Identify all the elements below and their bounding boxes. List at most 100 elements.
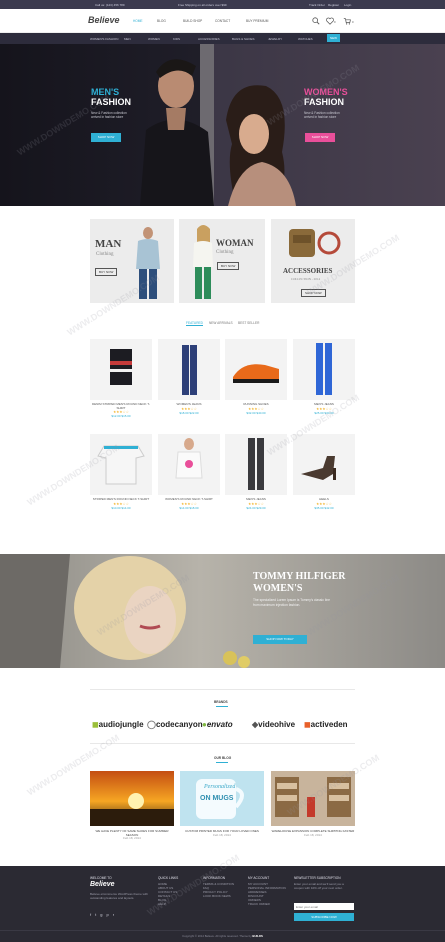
cat-badge-new[interactable]: NEW	[327, 34, 340, 42]
login-link[interactable]: Login	[344, 3, 351, 7]
category-man-box[interactable]: MAN Clothing BUY NOW	[90, 219, 174, 303]
top-bar: Call us: (123) 456 789 Free Shipping on …	[0, 0, 445, 9]
product-card[interactable]: WOMEN'S JEANS ★★★☆☆ $18.00 $22.00	[158, 339, 220, 415]
nav-buy-premium[interactable]: BUY PREMIUM	[246, 19, 268, 23]
heart-icon[interactable]	[326, 17, 334, 25]
product-card[interactable]: STRIPED MEN'S ROUND NECK T-SHIRT ★★★☆☆ $10…	[90, 434, 152, 510]
category-accessories-title: ACCESSORIES	[283, 267, 333, 275]
blog-post-1-title[interactable]: WE HAVE PLENTY OF SAME SHOES FOR SUMMER …	[90, 829, 174, 841]
category-woman-box[interactable]: WOMAN Clothing BUY NOW	[179, 219, 265, 303]
cat-accessories[interactable]: ACCESSORIES	[198, 37, 220, 41]
product-image[interactable]	[293, 339, 355, 400]
brand-audiojungle[interactable]: ◼audiojungle	[92, 720, 144, 729]
tab-best-seller[interactable]: BEST SELLER	[238, 321, 259, 325]
product-image[interactable]	[293, 434, 355, 495]
category-man-sub: Clothing	[96, 252, 114, 257]
nav-blog[interactable]: BLOG	[157, 19, 166, 23]
footer-about-heading: WELCOME TO	[90, 876, 112, 880]
tab-featured[interactable]: FEATURED	[186, 321, 203, 326]
product-card[interactable]: HEELS ★★★☆☆ $35.00 $42.00	[293, 434, 355, 510]
cat-women[interactable]: WOMEN	[148, 37, 160, 41]
footer-col2-heading: INFORMATION	[203, 876, 226, 880]
product-card[interactable]: MEN'S JEANS ★★★☆☆ $24.00 $29.00	[225, 434, 287, 510]
hero-women-title-1: WOMEN'S	[304, 87, 348, 97]
brand-envato[interactable]: ●envato	[202, 720, 233, 729]
blog-post-1-image[interactable]	[90, 771, 174, 826]
man-model-image	[136, 227, 160, 299]
blog-post-2-title[interactable]: CUSTOM PRINTED MUGS FOR YOUR LOVED ONES F…	[180, 829, 264, 837]
page: Call us: (123) 456 789 Free Shipping on …	[0, 0, 445, 942]
footer-link[interactable]: LOOK BOOK NEWS	[203, 894, 234, 898]
category-woman-title: WOMAN	[216, 238, 254, 248]
footer-divider	[0, 930, 445, 931]
product-image[interactable]	[90, 434, 152, 495]
product-card[interactable]: DENIM STRIPED MEN'S ROUND NECK T-SHIRT ★★…	[90, 339, 152, 418]
activeden-logo-icon: ◼	[304, 720, 311, 729]
product-name[interactable]: DENIM STRIPED MEN'S ROUND NECK T-SHIRT	[90, 402, 152, 410]
category-woman-button[interactable]: BUY NOW	[217, 262, 240, 270]
cat-men[interactable]: MEN	[124, 37, 131, 41]
nav-contact[interactable]: CONTACT	[215, 19, 230, 23]
wishlist-count: 0	[334, 20, 336, 24]
product-card[interactable]: MEN'S JEANS ★★★☆☆ $25.00 $30.00	[293, 339, 355, 415]
cat-womens-fashion[interactable]: WOMEN'S FASHION	[90, 37, 118, 41]
phone-text: Call us: (123) 456 789	[95, 2, 125, 7]
cat-jewelry[interactable]: JEWELRY	[268, 37, 282, 41]
blog-heading-underline	[216, 762, 228, 763]
product-price: $12.00 $15.00	[111, 414, 131, 419]
category-accessories-sub: COLLECTION - 2014	[291, 277, 321, 281]
nav-home[interactable]: HOME	[133, 19, 143, 23]
register-link[interactable]: Register	[328, 3, 339, 7]
product-price: $24.00 $29.00	[246, 505, 266, 510]
footer-logo[interactable]: Believe	[90, 881, 115, 888]
warehouse-image	[271, 771, 355, 826]
product-image[interactable]	[90, 339, 152, 400]
product-image[interactable]	[225, 339, 287, 400]
category-accessories-button[interactable]: SHOP NOW	[301, 289, 326, 297]
track-order-link[interactable]: Track Order	[309, 3, 325, 7]
header: Believe HOME BLOG BUILD SHOP CONTACT BUY…	[0, 9, 445, 33]
banner-shop-button[interactable]: SHOP NOW TODAY	[253, 635, 307, 644]
hero-women-shop-button[interactable]: SHOP NOW	[305, 133, 335, 142]
newsletter-email-input[interactable]	[294, 903, 354, 910]
footer: WELCOME TO Believe Believe eCommerce Wor…	[0, 866, 445, 942]
brand-codecanyon[interactable]: ◯codecanyon	[147, 720, 203, 729]
hero-image	[0, 44, 445, 206]
hero-men-shop-button[interactable]: SHOP NOW	[91, 133, 121, 142]
newsletter-subscribe-button[interactable]: SUBSCRIBE NOW	[294, 913, 354, 921]
blog-post-2-image[interactable]: Personalized ON MUGS	[180, 771, 264, 826]
cat-kids[interactable]: KIDS	[173, 37, 180, 41]
blog-post-3-image[interactable]	[271, 771, 355, 826]
cart-count: 0	[352, 20, 354, 24]
footer-col3-heading: MY ACCOUNT	[248, 876, 270, 880]
product-card[interactable]: RUNNING SHOES ★★★☆☆ $32.00 $40.00	[225, 339, 287, 415]
banner-text: The specialized Lorem Ipsum is Tommy's c…	[253, 598, 330, 607]
cart-icon[interactable]	[343, 17, 351, 25]
category-man-button[interactable]: BUY NOW	[95, 268, 118, 276]
rss-icon[interactable]: r	[113, 912, 118, 917]
shipping-text: Free Shipping on all orders over $99	[178, 2, 227, 7]
product-image[interactable]	[158, 339, 220, 400]
promo-banner: TOMMY HILFIGER WOMEN'S The specialized L…	[0, 554, 445, 668]
brand-videohive[interactable]: ◆videohive	[252, 720, 295, 729]
cat-watches[interactable]: WATCHES	[298, 37, 313, 41]
woman-model-image	[193, 225, 213, 299]
cat-bags-shoes[interactable]: BAGS & SHOES	[232, 37, 255, 41]
blog-divider	[90, 743, 355, 744]
newsletter-heading: NEWSLETTER SUBSCRIPTION	[294, 876, 341, 880]
nav-build-shop[interactable]: BUILD SHOP	[183, 19, 202, 23]
footer-col1-heading: QUICK LINKS	[158, 876, 179, 880]
mug-text-2: ON MUGS	[200, 795, 234, 802]
blog-post-3-title[interactable]: WAREHOUSE EXPANSION COMPLETE SHIPPING FA…	[271, 829, 355, 837]
footer-link[interactable]: TRACK ORDER	[248, 902, 286, 906]
product-image[interactable]	[158, 434, 220, 495]
category-accessories-box[interactable]: ACCESSORIES COLLECTION - 2014 SHOP NOW	[271, 219, 355, 303]
brand-activeden[interactable]: ◼activeden	[304, 720, 348, 729]
product-card[interactable]: WOMEN'S ROUND NECK T-SHIRT ★★★☆☆ $14.00 $1…	[158, 434, 220, 510]
search-icon[interactable]	[312, 17, 320, 25]
brands-heading: BRANDS	[214, 700, 228, 704]
product-image[interactable]	[225, 434, 287, 495]
logo[interactable]: Believe	[88, 15, 120, 25]
footer-link[interactable]: HELP	[158, 902, 177, 906]
tab-new-arrivals[interactable]: NEW ARRIVALS	[209, 321, 233, 325]
